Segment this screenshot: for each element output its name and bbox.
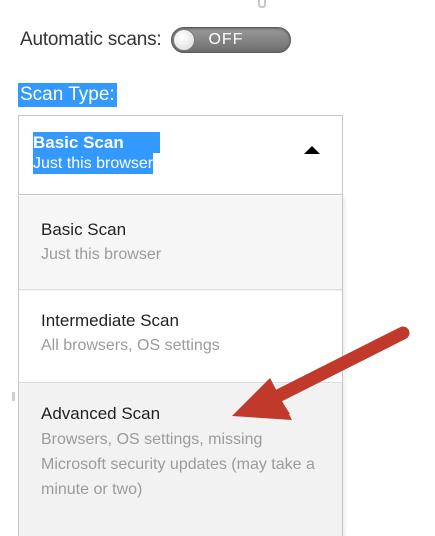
- option-description: All browsers, OS settings: [41, 337, 220, 354]
- option-description: Browsers, OS settings, missing Microsoft…: [41, 431, 315, 498]
- automatic-scans-toggle[interactable]: OFF: [171, 27, 292, 53]
- toggle-knob: [173, 29, 196, 51]
- option-title: Advanced Scan: [41, 404, 161, 423]
- selected-scan-title: Basic Scan: [33, 132, 160, 153]
- option-advanced-scan[interactable]: Advanced Scan Browsers, OS settings, mis…: [19, 384, 342, 536]
- selected-scan-description: Just this browser: [33, 153, 154, 174]
- automatic-scans-row: Automatic scans: OFF: [20, 26, 292, 54]
- top-tick-decoration: [258, 0, 266, 8]
- scrollbar-remnant: [12, 392, 15, 401]
- scan-type-dropdown-list: Basic Scan Just this browser Intermediat…: [18, 196, 343, 536]
- automatic-scans-label: Automatic scans:: [20, 29, 162, 50]
- option-title: Basic Scan: [41, 220, 127, 239]
- option-title: Intermediate Scan: [41, 311, 179, 330]
- scan-type-select[interactable]: Basic Scan Just this browser: [18, 115, 343, 195]
- caret-up-icon[interactable]: [304, 146, 320, 154]
- option-basic-scan[interactable]: Basic Scan Just this browser: [19, 196, 342, 290]
- scan-type-label: Scan Type:: [18, 83, 117, 107]
- toggle-state-text: OFF: [208, 31, 244, 48]
- option-description: Just this browser: [41, 246, 162, 263]
- option-intermediate-scan[interactable]: Intermediate Scan All browsers, OS setti…: [19, 291, 342, 383]
